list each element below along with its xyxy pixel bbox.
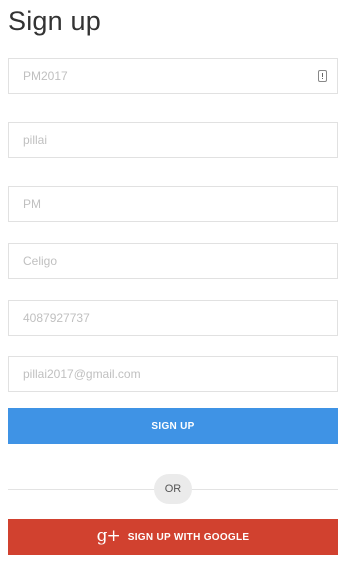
- email-field[interactable]: pillai2017@gmail.com: [8, 356, 338, 392]
- company-field[interactable]: Celigo: [8, 243, 338, 279]
- signup-page: Sign up PM2017 pillai PM Celigo 40879277…: [0, 0, 358, 571]
- first-name-field[interactable]: PM: [8, 186, 338, 222]
- first-name-value: PM: [23, 197, 41, 211]
- last-name-field[interactable]: pillai: [8, 122, 338, 158]
- phone-field[interactable]: 4087927737: [8, 300, 338, 336]
- username-value: PM2017: [23, 69, 68, 83]
- google-signup-label: SIGN UP WITH GOOGLE: [127, 531, 250, 543]
- or-badge: OR: [154, 474, 192, 504]
- contact-card-icon[interactable]: [318, 70, 327, 82]
- username-field[interactable]: PM2017: [8, 58, 338, 94]
- phone-value: 4087927737: [23, 311, 90, 325]
- company-value: Celigo: [23, 254, 58, 268]
- signup-button-label: SIGN UP: [151, 420, 195, 432]
- google-signup-button[interactable]: g+ SIGN UP WITH GOOGLE: [8, 519, 338, 555]
- page-title: Sign up: [8, 6, 101, 36]
- google-plus-icon: g+: [96, 526, 121, 546]
- email-value: pillai2017@gmail.com: [23, 367, 141, 381]
- signup-button[interactable]: SIGN UP: [8, 408, 338, 444]
- last-name-value: pillai: [23, 133, 48, 147]
